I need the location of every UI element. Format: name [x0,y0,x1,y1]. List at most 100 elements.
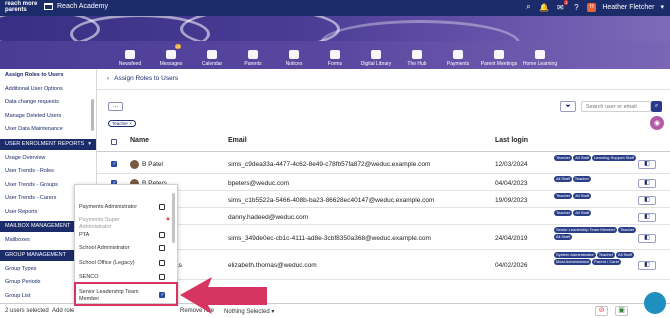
school-selector[interactable]: Reach Academy [44,3,108,10]
role-option[interactable]: School Office (Legacy) [79,260,175,267]
nav-item-home-learning[interactable]: Home Learning [520,41,561,69]
view-roles-button[interactable]: ◧ [638,234,656,243]
view-roles-button[interactable]: ◧ [638,179,656,188]
avatar[interactable]: H [587,2,597,12]
user-name[interactable]: Heather Fletcher [602,4,654,11]
help-widget-icon[interactable]: ◉ [650,116,664,130]
view-roles-button[interactable]: ◧ [638,261,656,270]
nav-icon [289,50,299,59]
email-cell: sims_349de0ec-cb1c-4111-ad8e-3cbf8350a36… [228,235,431,242]
mail-icon[interactable]: ✉ 1 [555,0,569,12]
sidebar-item-assign-roles[interactable]: Assign Roles to Users [0,69,96,83]
nav-label: Parent Meetings [480,61,518,67]
role-option-checkbox[interactable] [159,260,165,266]
top-right-tools: ⌕ 🔔 ✉ 1 ? H Heather Fletcher ▾ [523,0,664,12]
filter-chip-teacher[interactable]: Teacher × [108,120,136,127]
sidebar-header-label: MAILBOX MANAGEMENT [5,223,71,229]
sidebar-item-trends-roles[interactable]: User Trends - Roles [0,165,96,179]
role-option-checkbox[interactable] [159,245,165,251]
role-option-checkbox[interactable] [159,232,165,238]
role-option[interactable]: School Administrator [79,245,175,252]
nav-icon [207,50,217,59]
back-icon[interactable]: ‹ [107,75,109,82]
save-button[interactable]: ▣ [615,306,628,316]
email-cell: danny.hadeed@weduc.com [228,214,309,221]
search-button[interactable]: ⌕ [651,101,662,112]
nav-label: Newsfeed [118,61,142,67]
last-login-cell: 04/04/2023 [495,180,528,187]
sidebar-item-usage-overview[interactable]: Usage Overview [0,152,96,166]
email-cell: sims_c9dea33a-4477-4c62-8e49-c78fb57fa87… [228,161,431,168]
more-actions-button[interactable]: ... [108,102,123,111]
last-login-cell: 12/03/2024 [495,161,528,168]
role-option-label: Payments Administrator [79,204,138,210]
view-roles-button[interactable]: ◧ [638,213,656,222]
table-row[interactable]: B Petersbpeters@weduc.com04/04/2023All S… [97,174,670,191]
nav-label: The Hub [407,61,427,67]
sidebar-item-data-maintenance[interactable]: User Data Maintenance [0,123,96,137]
nav-label: Messages [159,61,183,67]
chevron-down-icon[interactable]: ▾ [660,3,664,11]
nav-item-parent-meetings[interactable]: Parent Meetings [479,41,520,69]
role-option-checkbox[interactable] [159,204,165,210]
search-input[interactable] [581,101,651,112]
sidebar-scrollbar[interactable] [91,99,94,131]
sidebar-item-deleted-users[interactable]: Manage Deleted Users [0,110,96,124]
role-option: Payments Super Administrator ▲ [79,216,175,231]
sidebar-header-label: USER ENROLMENT REPORTS [5,140,85,147]
column-header-last-login[interactable]: Last login [495,137,528,144]
row-checkbox[interactable] [111,161,117,167]
role-option[interactable]: PTA [79,232,175,239]
column-header-email[interactable]: Email [228,137,247,144]
role-badge: All Staff [616,252,634,258]
nav-item-messages[interactable]: 10 Messages [151,41,192,69]
nav-item-payments[interactable]: Payments [438,41,479,69]
role-badge: Teacher [596,252,616,258]
banner-swirl-decoration [320,20,520,41]
role-option-label: PTA [79,232,90,238]
nav-item-parents[interactable]: Parents [233,41,274,69]
nav-item-newsfeed[interactable]: Newsfeed [110,41,151,69]
chevron-down-icon: ▾ [271,309,275,315]
search-icon[interactable]: ⌕ [523,2,533,12]
nav-icon [412,50,422,59]
nav-item-the-hub[interactable]: The Hub [397,41,438,69]
highlight-box [74,282,178,306]
selected-count: 2 users selected [5,308,49,314]
close-icon[interactable]: × [129,121,132,126]
sidebar-item-additional-options[interactable]: Additional User Options [0,83,96,97]
column-header-name[interactable]: Name [130,137,149,144]
last-login-cell: 24/04/2019 [495,235,528,242]
warning-icon: ▲ [165,216,171,222]
role-option[interactable]: Payments Administrator [79,204,175,211]
chat-bubble-icon[interactable] [644,292,666,314]
view-roles-button[interactable]: ◧ [638,196,656,205]
role-badges: All Staff Teacher [554,176,644,182]
role-badge: All Staff [554,176,572,182]
filter-button[interactable]: ⏷ [560,101,576,112]
table-row[interactable]: sims_349de0ec-cb1c-4111-ad8e-3cbf8350a36… [97,225,670,250]
nav-item-digital-library[interactable]: Digital Library [356,41,397,69]
cancel-icon: ⊘ [598,307,605,314]
select-all-checkbox[interactable] [111,139,117,145]
table-row[interactable]: sims_c1b5522a-5466-408b-ba23-86628ec4014… [97,191,670,208]
cancel-button[interactable]: ⊘ [595,306,608,316]
nav-item-calendar[interactable]: Calendar [192,41,233,69]
nav-label: Parents [244,61,262,67]
bell-icon[interactable]: 🔔 [539,2,549,12]
view-roles-button[interactable]: ◧ [638,160,656,169]
role-option[interactable]: SENCO [79,274,175,281]
divider [97,89,670,90]
table-row[interactable]: eddanny.hadeed@weduc.comTeacherAll Staff… [97,208,670,225]
logo[interactable]: reach more parents [5,1,37,13]
nav-item-forms[interactable]: Forms [315,41,356,69]
help-icon[interactable]: ? [571,2,581,12]
role-badge: All Staff [554,234,572,240]
top-bar: reach more parents Reach Academy ⌕ 🔔 ✉ 1 … [0,0,670,16]
nav-icon [248,50,258,59]
sidebar-header-enrolment[interactable]: USER ENROLMENT REPORTS ▾ [0,138,96,150]
role-option-checkbox[interactable] [159,274,165,280]
nav-item-notices[interactable]: Notices [274,41,315,69]
sidebar-item-data-change[interactable]: Data change requests [0,96,96,110]
table-row[interactable]: B Patel sims_c9dea33a-4477-4c62-8e49-c78f… [97,153,670,174]
